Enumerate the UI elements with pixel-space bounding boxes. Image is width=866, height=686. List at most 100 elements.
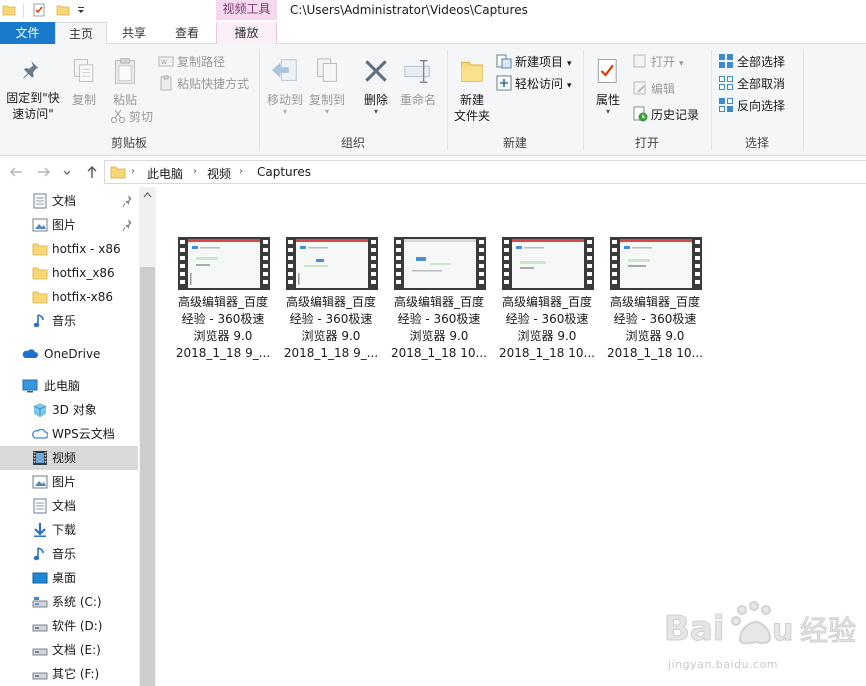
open-label: 打开 [651, 55, 676, 69]
drive-icon [32, 624, 48, 632]
pin-icon[interactable] [122, 194, 134, 208]
paste-shortcut-icon [160, 75, 172, 91]
rename-icon [404, 59, 430, 83]
nav-item-desktop[interactable]: 桌面 [0, 566, 138, 590]
folder-icon [32, 243, 48, 256]
history-button[interactable]: 历史记录 [632, 105, 699, 125]
tab-file[interactable]: 文件 [0, 22, 55, 44]
pin-icon[interactable] [122, 218, 134, 232]
select-none-label: 全部取消 [737, 77, 786, 91]
nav-item-documents[interactable]: 文档 [0, 494, 138, 518]
divider [803, 50, 804, 150]
open-button[interactable]: 打开 ▾ [632, 52, 684, 72]
breadcrumb-videos[interactable]: 视频 [207, 165, 231, 182]
watermark-url: jingyan.baidu.com [668, 658, 779, 671]
easy-access-button[interactable]: 轻松访问 ▾ [496, 74, 572, 94]
move-to-button[interactable]: 移动到 ▾ [264, 48, 306, 116]
nav-item-music-quick[interactable]: 音乐 [0, 309, 138, 333]
properties-button[interactable]: 属性 ▾ [590, 48, 626, 116]
address-bar[interactable]: › 此电脑 › 视频 › Captures [104, 160, 866, 184]
properties-icon[interactable] [32, 3, 46, 17]
back-arrow-icon[interactable] [8, 164, 24, 180]
nav-item-downloads[interactable]: 下载 [0, 518, 138, 542]
file-tile[interactable]: 高级编辑器_百度 经验 - 360极速 浏览器 9.0 2018_1_18 9_… [172, 235, 274, 365]
nav-item-label: 音乐 [52, 547, 77, 561]
nav-item-pictures[interactable]: 图片 [0, 470, 138, 494]
tab-home[interactable]: 主页 [55, 22, 107, 45]
nav-item-label: 视频 [52, 451, 77, 465]
folder-icon [32, 291, 48, 304]
nav-item-wps-cloud[interactable]: WPS云文档 [0, 422, 138, 446]
invert-selection-button[interactable]: 反向选择 [718, 96, 785, 116]
new-folder-icon[interactable] [56, 3, 70, 17]
nav-item-hotfix-2[interactable]: hotfix_x86 [0, 261, 138, 285]
nav-scrollbar[interactable] [139, 187, 156, 686]
select-all-button[interactable]: 全部选择 [718, 52, 785, 72]
nav-item-pictures-quick[interactable]: 图片 [0, 213, 138, 237]
breadcrumb-this-pc[interactable]: 此电脑 [147, 165, 183, 182]
tab-play[interactable]: 播放 [216, 22, 277, 44]
music-icon [33, 314, 44, 328]
chevron-right-icon[interactable]: › [239, 166, 243, 177]
delete-button[interactable]: 删除 ▾ [356, 48, 396, 116]
nav-item-onedrive[interactable]: OneDrive [0, 342, 138, 366]
select-none-button[interactable]: 全部取消 [718, 74, 785, 94]
delete-label: 删除 [363, 93, 388, 107]
picture-icon [32, 475, 48, 489]
copy-to-button[interactable]: 复制到 ▾ [306, 48, 348, 116]
new-item-button[interactable]: 新建项目 ▾ [496, 52, 572, 72]
nav-item-videos[interactable]: 视频 [0, 446, 138, 470]
properties-checkmark-icon [597, 59, 617, 83]
chevron-right-icon[interactable]: › [193, 166, 197, 177]
cut-button[interactable]: 剪切 [110, 107, 153, 127]
address-bar-row: › 此电脑 › 视频 › Captures [0, 157, 866, 187]
chevron-down-icon[interactable] [62, 164, 72, 180]
open-icon [633, 54, 646, 68]
folder-icon[interactable] [2, 3, 16, 17]
file-tile[interactable]: 高级编辑器_百度 经验 - 360极速 浏览器 9.0 2018_1_18 10… [388, 235, 490, 365]
nav-item-3d-objects[interactable]: 3D 对象 [0, 398, 138, 422]
forward-arrow-icon[interactable] [36, 164, 52, 180]
nav-item-drive-f[interactable]: 其它 (F:) [0, 662, 138, 686]
svg-text:经验: 经验 [800, 614, 856, 647]
nav-item-drive-c[interactable]: 系统 (C:) [0, 590, 138, 614]
up-arrow-icon[interactable] [84, 164, 100, 180]
nav-item-documents-quick[interactable]: 文档 [0, 189, 138, 213]
chevron-down-icon: ▾ [567, 59, 572, 69]
chevron-right-icon[interactable]: › [131, 166, 135, 177]
copy-to-icon [317, 58, 337, 82]
nav-item-hotfix-3[interactable]: hotfix-x86 [0, 285, 138, 309]
file-tile[interactable]: 高级编辑器_百度 经验 - 360极速 浏览器 9.0 2018_1_18 10… [496, 235, 598, 365]
file-tile[interactable]: 高级编辑器_百度 经验 - 360极速 浏览器 9.0 2018_1_18 10… [604, 235, 706, 365]
tab-view[interactable]: 查看 [162, 22, 212, 44]
breadcrumb-captures[interactable]: Captures [257, 165, 311, 179]
move-to-icon [271, 59, 297, 81]
scroll-thumb[interactable] [140, 267, 155, 686]
nav-item-label: OneDrive [44, 347, 101, 361]
properties-label: 属性 [595, 93, 620, 107]
cube-icon [33, 403, 47, 417]
nav-item-label: WPS云文档 [52, 427, 115, 441]
rename-button[interactable]: 重命名 [396, 48, 440, 108]
nav-item-music[interactable]: 音乐 [0, 542, 138, 566]
tab-share[interactable]: 共享 [110, 22, 158, 44]
pin-quick-access-button[interactable]: 固定到"快 速访问" [2, 48, 64, 122]
copy-button[interactable]: 复制 [64, 48, 104, 108]
edit-button[interactable]: 编辑 [632, 79, 675, 99]
organize-group-label: 组织 [340, 136, 365, 150]
chevron-down-icon[interactable] [76, 4, 86, 16]
paste-label: 粘贴 [112, 93, 137, 107]
svg-text:Bai: Bai [664, 609, 725, 649]
nav-item-this-pc[interactable]: 此电脑 [0, 374, 138, 398]
copy-path-button[interactable]: W 复制路径 [158, 52, 225, 72]
nav-item-drive-d[interactable]: 软件 (D:) [0, 614, 138, 638]
file-name: 高级编辑器_百度 经验 - 360极速 浏览器 9.0 2018_1_18 10… [391, 295, 487, 360]
nav-item-drive-e[interactable]: 文档 (E:) [0, 638, 138, 662]
nav-item-hotfix-1[interactable]: hotfix - x86 [0, 237, 138, 261]
paste-shortcut-button[interactable]: 粘贴快捷方式 [158, 74, 249, 94]
scroll-up-arrow-icon[interactable] [139, 187, 156, 204]
file-tile[interactable]: 高级编辑器_百度 经验 - 360极速 浏览器 9.0 2018_1_18 9_… [280, 235, 382, 365]
clipboard-icon [114, 58, 136, 84]
new-folder-button[interactable]: 新建 文件夹 [450, 48, 494, 124]
paste-button[interactable]: 粘贴 [104, 48, 146, 108]
